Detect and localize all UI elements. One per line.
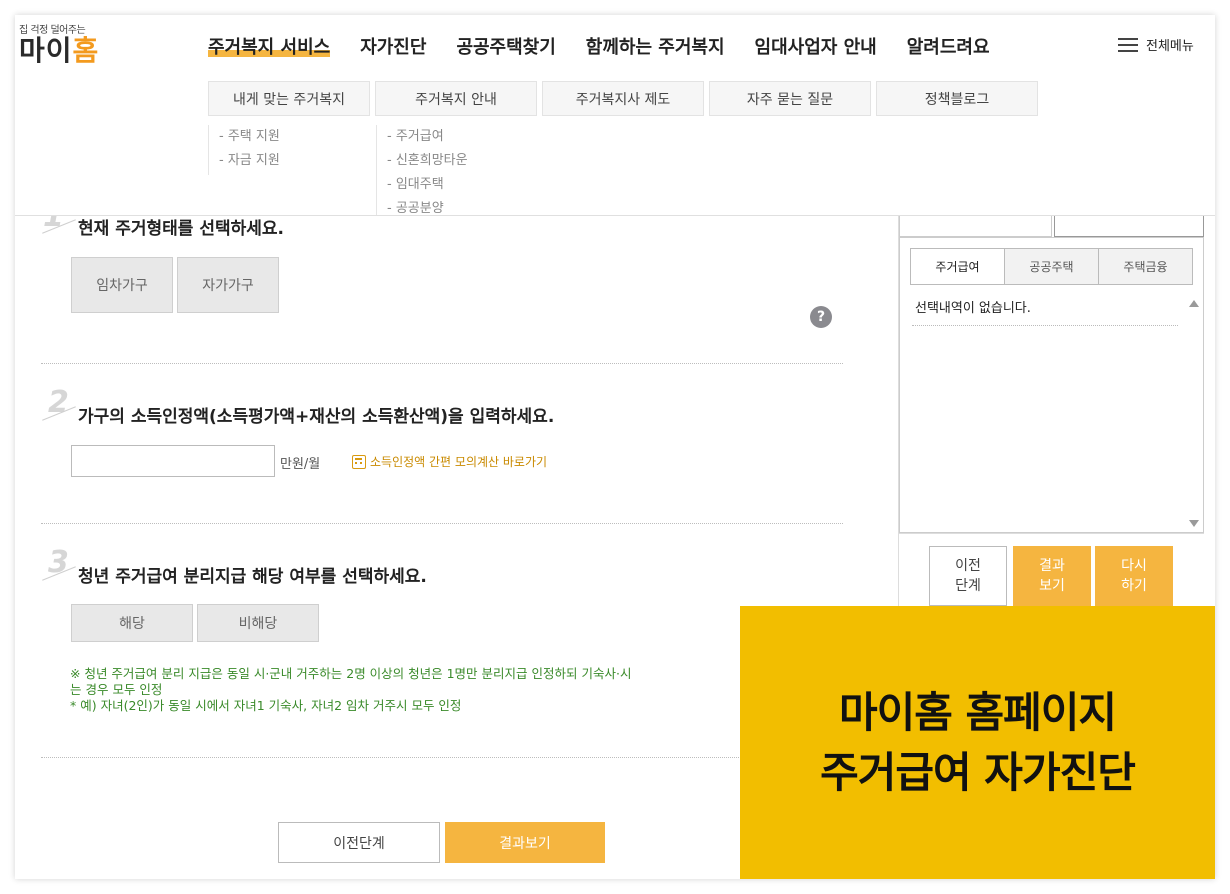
browser-frame: 1 현재 주거형태를 선택하세요. 임차가구 자가가구 ? 2 가구의 소득인정… <box>15 15 1215 879</box>
submenu-link-housing-support[interactable]: - 주택 지원 <box>219 125 280 149</box>
submenu-link-housing-benefit[interactable]: - 주거급여 <box>387 125 468 149</box>
youth-note-example: * 예) 자녀(2인)가 동일 시에서 자녀1 기숙사, 자녀2 임차 거주시 … <box>70 698 462 713</box>
logo-name-part1: 마이 <box>19 34 73 67</box>
calc-link-label: 소득인정액 간편 모의계산 바로가기 <box>370 455 548 469</box>
banner-line-2: 주거급여 자가진단 <box>820 747 1136 797</box>
income-unit: 만원/월 <box>280 457 321 472</box>
help-icon[interactable]: ? <box>810 306 832 328</box>
option-applicable[interactable]: 해당 <box>71 604 193 642</box>
selection-empty-text: 선택내역이 없습니다. <box>915 301 1031 316</box>
sidebar-result-line2: 보기 <box>1039 578 1065 594</box>
step-2-title: 가구의 소득인정액(소득평가액+재산의 소득환산액)을 입력하세요. <box>78 407 555 427</box>
sidebar-tabs: 주거급여 공공주택 주택금융 <box>910 248 1193 285</box>
submenu-tabs: 내게 맞는 주거복지 주거복지 안내 주거복지사 제도 자주 묻는 질문 정책블… <box>208 81 1038 116</box>
myhome-logo[interactable]: 집 걱정 덜어주는 마이홈 <box>19 21 99 66</box>
submenu-tab-policy-blog[interactable]: 정책블로그 <box>876 81 1038 116</box>
prev-step-button[interactable]: 이전단계 <box>278 822 440 863</box>
divider-1 <box>41 363 843 364</box>
selection-panel: 주거급여 공공주택 주택금융 선택내역이 없습니다. <box>899 237 1204 533</box>
sidebar-reset-button[interactable]: 다시하기 <box>1095 546 1173 606</box>
step-3-title: 청년 주거급여 분리지급 해당 여부를 선택하세요. <box>78 567 427 587</box>
tab-housing-finance[interactable]: 주택금융 <box>1098 248 1192 284</box>
submenu-tab-welfare-guide[interactable]: 주거복지 안내 <box>375 81 537 116</box>
logo-name: 마이홈 <box>19 36 99 66</box>
banner-line-1: 마이홈 홈페이지 <box>838 687 1117 737</box>
submenu-link-public-sale[interactable]: - 공공분양 <box>387 197 468 221</box>
logo-name-part2: 홈 <box>72 34 100 67</box>
nav-self-diagnosis[interactable]: 자가진단 <box>360 33 426 59</box>
all-menu-label: 전체메뉴 <box>1146 39 1194 54</box>
nav-housing-welfare-service[interactable]: 주거복지 서비스 <box>208 33 331 59</box>
submenu-tab-my-welfare[interactable]: 내게 맞는 주거복지 <box>208 81 370 116</box>
nav-find-public-housing[interactable]: 공공주택찾기 <box>456 33 555 59</box>
calculator-icon <box>352 454 366 469</box>
submenu-tab-welfare-worker[interactable]: 주거복지사 제도 <box>542 81 704 116</box>
hamburger-icon <box>1118 37 1138 52</box>
divider-3 <box>41 757 843 758</box>
selection-divider <box>912 325 1178 326</box>
sidebar-prev-line2: 단계 <box>955 578 981 594</box>
sidebar-result-line1: 결과 <box>1039 558 1065 574</box>
nav-together-housing-welfare[interactable]: 함께하는 주거복지 <box>586 33 725 59</box>
submenu-column-1: - 주택 지원 - 자금 지원 <box>208 125 280 175</box>
submenu-link-fund-support[interactable]: - 자금 지원 <box>219 149 280 173</box>
calc-link[interactable]: 소득인정액 간편 모의계산 바로가기 <box>352 453 547 470</box>
option-renter[interactable]: 임차가구 <box>71 257 173 313</box>
option-not-applicable[interactable]: 비해당 <box>197 604 319 642</box>
option-owner[interactable]: 자가가구 <box>177 257 279 313</box>
scroll-up-icon[interactable] <box>1189 300 1199 307</box>
selection-sidebar: 주거급여 공공주택 주택금융 선택내역이 없습니다. 이전단계 결과보기 다시하… <box>898 210 1204 610</box>
caption-banner: 마이홈 홈페이지 주거급여 자가진단 <box>740 606 1215 879</box>
scroll-down-icon[interactable] <box>1189 520 1199 527</box>
submenu-tab-faq[interactable]: 자주 묻는 질문 <box>709 81 871 116</box>
nav-landlord-guide[interactable]: 임대사업자 안내 <box>755 33 877 59</box>
divider-2 <box>41 523 843 524</box>
income-input[interactable] <box>71 445 275 477</box>
submenu-link-rental-housing[interactable]: - 임대주택 <box>387 173 468 197</box>
sidebar-prev-line1: 이전 <box>955 558 981 574</box>
step-1-title: 현재 주거형태를 선택하세요. <box>78 219 284 239</box>
sidebar-reset-line1: 다시 <box>1121 558 1147 574</box>
submenu-column-2: - 주거급여 - 신혼희망타운 - 임대주택 - 공공분양 <box>376 125 468 216</box>
nav-notices[interactable]: 알려드려요 <box>907 33 990 59</box>
submenu-link-newlywed-town[interactable]: - 신혼희망타운 <box>387 149 468 173</box>
site-header: 집 걱정 덜어주는 마이홈 주거복지 서비스 자가진단 공공주택찾기 함께하는 … <box>15 15 1215 216</box>
sidebar-reset-line2: 하기 <box>1121 578 1147 594</box>
all-menu-button[interactable]: 전체메뉴 <box>1118 35 1194 54</box>
tab-housing-benefit[interactable]: 주거급여 <box>911 248 1004 284</box>
view-result-button[interactable]: 결과보기 <box>445 822 605 863</box>
sidebar-result-button[interactable]: 결과보기 <box>1013 546 1091 606</box>
tab-public-housing[interactable]: 공공주택 <box>1004 248 1098 284</box>
main-nav: 주거복지 서비스 자가진단 공공주택찾기 함께하는 주거복지 임대사업자 안내 … <box>208 33 1020 59</box>
sidebar-prev-button[interactable]: 이전단계 <box>929 546 1007 606</box>
